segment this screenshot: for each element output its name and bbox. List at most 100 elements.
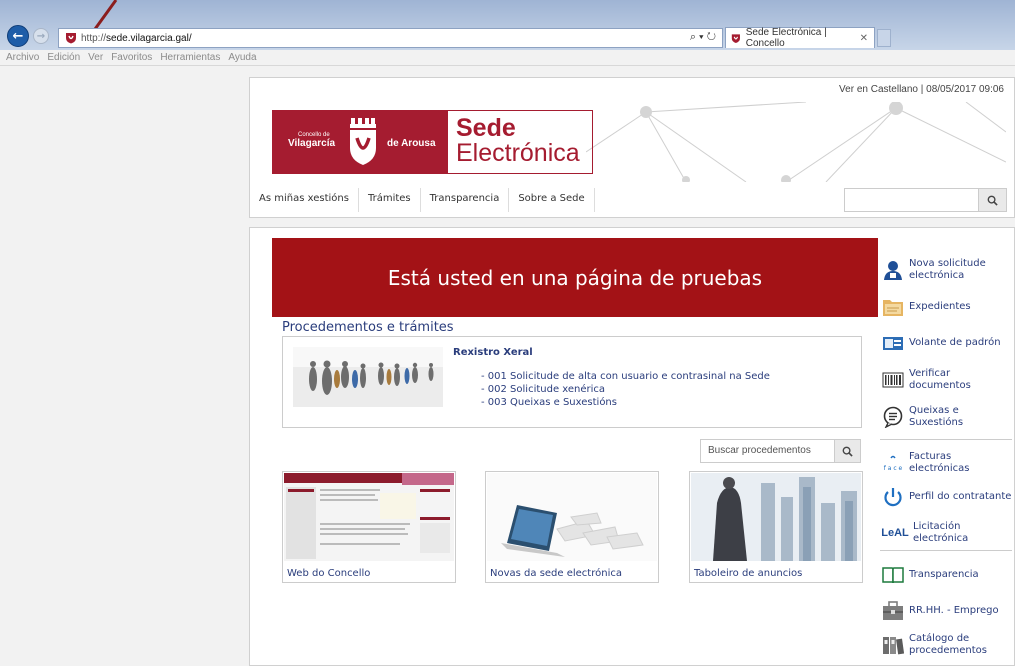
people-walking-image (293, 347, 443, 407)
site-header: Ver en Castellano | 08/05/2017 09:06 Con (249, 77, 1015, 218)
network-decoration (586, 102, 1006, 182)
shield-icon (350, 118, 376, 165)
sidebar-label: Volante de padrón (909, 337, 1001, 348)
tab-close-icon[interactable]: ✕ (860, 33, 868, 44)
leal-text: LeAL (881, 527, 909, 539)
procedures-search-input[interactable]: Buscar procedementos (700, 439, 861, 463)
sidebar-label: Catálogo de procedementos (909, 633, 987, 656)
card-taboleiro-anuncios[interactable]: Taboleiro de anuncios (689, 471, 863, 583)
barcode-icon (882, 369, 904, 391)
menu-edicion[interactable]: Edición (47, 52, 80, 63)
sidebar-label: RR.HH. - Emprego (909, 605, 999, 616)
nav-as-minas-xestions[interactable]: As miñas xestións (250, 188, 359, 212)
main-content: Está usted en una página de pruebas Proc… (249, 227, 1015, 666)
sede-logo[interactable]: Sede Electrónica (447, 110, 593, 174)
website-thumbnail-image (284, 473, 454, 561)
city-skyline-image (691, 473, 861, 561)
face-icon: f a c e (882, 452, 904, 474)
menu-ayuda[interactable]: Ayuda (228, 52, 256, 63)
site-search-input[interactable] (844, 188, 1007, 212)
forward-button[interactable]: → (33, 28, 49, 44)
address-bar[interactable]: http://sede.vilagarcia.gal/ ⌕ ▾ ↻ (58, 28, 723, 48)
sidebar-label: Expedientes (909, 301, 971, 312)
sidebar-label: Verificar documentos (909, 368, 971, 391)
search-icon (842, 446, 853, 457)
registry-box: Rexistro Xeral - 001 Solicitude de alta … (282, 336, 862, 428)
menu-archivo[interactable]: Archivo (6, 52, 39, 63)
card-caption: Taboleiro de anuncios (694, 568, 803, 579)
registry-item-003[interactable]: - 003 Queixas e Suxestións (481, 396, 770, 409)
nav-transparencia[interactable]: Transparencia (421, 188, 510, 212)
tab-title: Sede Electrónica | Concello (745, 27, 827, 49)
url-prefix: http:// (81, 32, 107, 44)
logo-city: Vilagarcía (288, 138, 336, 149)
right-sidebar: Nova solicitude electrónica Expedientes … (880, 228, 1014, 666)
briefcase-icon (882, 600, 904, 622)
person-icon (882, 259, 904, 281)
url-domain: sede.vilagarcia.gal/ (106, 32, 192, 44)
browser-chrome: ← → http://sede.vilagarcia.gal/ ⌕ ▾ ↻ Se… (0, 0, 1015, 50)
folder-icon (882, 296, 904, 318)
address-url: http://sede.vilagarcia.gal/ (81, 33, 192, 44)
nav-tramites[interactable]: Trámites (359, 188, 421, 212)
registry-item-002[interactable]: - 002 Solicitude xenérica (481, 383, 770, 396)
tab-favicon-icon (731, 33, 740, 43)
sidebar-separator (880, 550, 1012, 551)
test-environment-banner: Está usted en una página de pruebas (272, 238, 878, 317)
sidebar-item-queixas[interactable]: Queixas e Suxestións (882, 405, 1014, 429)
sidebar-item-licitacion[interactable]: LeAL Licitación electrónica (881, 521, 1014, 545)
language-date-line[interactable]: Ver en Castellano | 08/05/2017 09:06 (839, 84, 1004, 95)
sidebar-item-verificar-documentos[interactable]: Verificar documentos (882, 368, 1014, 392)
sidebar-label: Facturas electrónicas (909, 451, 970, 474)
registry-item-001[interactable]: - 001 Solicitude de alta con usuario e c… (481, 370, 770, 383)
id-card-icon (882, 332, 904, 354)
address-tools[interactable]: ⌕ ▾ ↻ (690, 31, 716, 44)
search-icon (987, 195, 998, 206)
sidebar-label: Nova solicitude electrónica (909, 258, 986, 281)
power-icon (882, 486, 904, 508)
sidebar-item-transparencia[interactable]: Transparencia (882, 564, 979, 586)
nav-sobre-a-sede[interactable]: Sobre a Sede (509, 188, 595, 212)
laptop-papers-image (487, 473, 657, 561)
sidebar-label: Transparencia (909, 569, 979, 580)
leal-icon: LeAL (881, 522, 909, 544)
site-banner: Concello de Vilagarcía de Arousa Sede El… (264, 102, 1006, 182)
binders-icon (882, 634, 904, 656)
new-tab-button[interactable] (877, 29, 891, 47)
sidebar-item-facturas[interactable]: f a c e Facturas electrónicas (882, 451, 1014, 475)
browser-tab[interactable]: Sede Electrónica | Concello ✕ (725, 27, 875, 49)
registry-title[interactable]: Rexistro Xeral (453, 347, 533, 358)
procedures-title: Procedementos e trámites (282, 320, 454, 335)
sidebar-label: Queixas e Suxestións (909, 405, 964, 428)
sidebar-item-volante-padron[interactable]: Volante de padrón (882, 332, 1001, 354)
sidebar-item-nova-solicitude[interactable]: Nova solicitude electrónica (882, 258, 999, 282)
procedures-search-placeholder: Buscar procedementos (708, 445, 811, 456)
face-text: f a c e (884, 465, 903, 472)
procedures-search-button[interactable] (834, 440, 860, 462)
card-web-do-concello[interactable]: Web do Concello (282, 471, 456, 583)
logo-suffix: de Arousa (387, 138, 436, 149)
logo-electronica-word: Electrónica (456, 139, 580, 167)
sidebar-label: Licitación electrónica (913, 521, 969, 544)
registry-list: - 001 Solicitude de alta con usuario e c… (481, 370, 770, 409)
concello-logo[interactable]: Concello de Vilagarcía de Arousa (272, 110, 447, 174)
speech-bubble-icon (882, 406, 904, 428)
book-icon (882, 564, 904, 586)
card-caption: Web do Concello (287, 568, 371, 579)
sidebar-item-rrhh[interactable]: RR.HH. - Emprego (882, 600, 999, 622)
site-favicon-icon (66, 33, 76, 44)
back-button[interactable]: ← (7, 25, 29, 47)
menu-bar: Archivo Edición Ver Favoritos Herramient… (0, 50, 1015, 66)
sidebar-item-expedientes[interactable]: Expedientes (882, 296, 971, 318)
menu-ver[interactable]: Ver (88, 52, 103, 63)
menu-herramientas[interactable]: Herramientas (160, 52, 220, 63)
sidebar-item-catalogo[interactable]: Catálogo de procedementos (882, 633, 989, 657)
card-novas-sede[interactable]: Novas da sede electrónica (485, 471, 659, 583)
sidebar-item-perfil-contratante[interactable]: Perfil do contratante (882, 486, 1011, 508)
sidebar-separator (880, 439, 1012, 440)
site-search-button[interactable] (978, 189, 1006, 211)
card-caption: Novas da sede electrónica (490, 568, 622, 579)
menu-favoritos[interactable]: Favoritos (111, 52, 152, 63)
main-nav: As miñas xestións Trámites Transparencia… (250, 188, 595, 212)
sidebar-label: Perfil do contratante (909, 491, 1012, 502)
